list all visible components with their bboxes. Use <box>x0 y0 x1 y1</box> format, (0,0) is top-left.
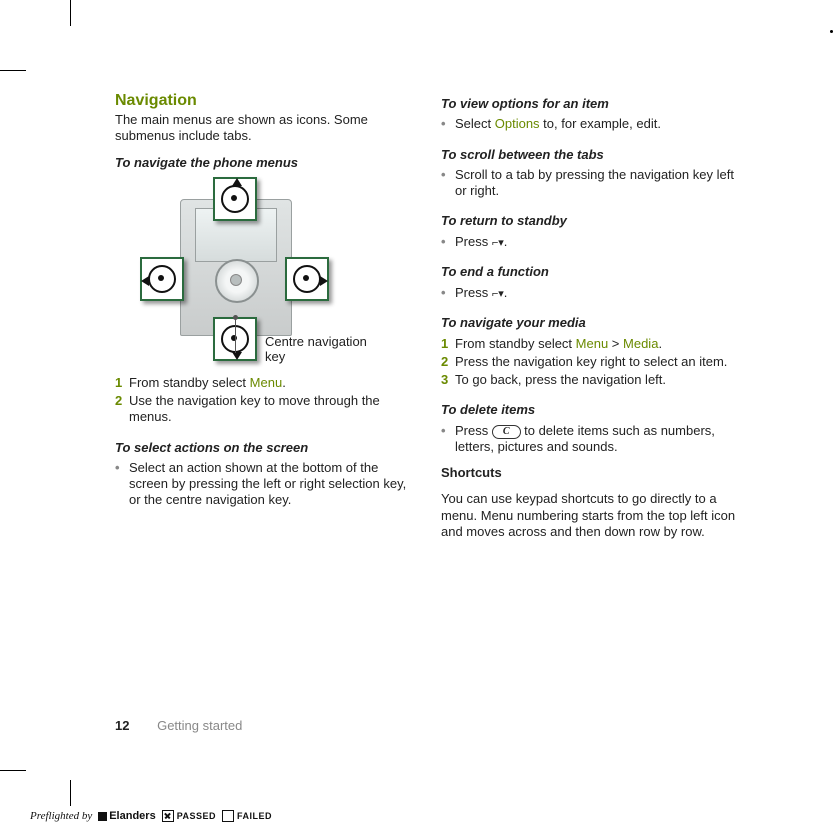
shortcuts-text: You can use keypad shortcuts to go direc… <box>441 491 739 540</box>
bullet-text: Select Options to, for example, edit. <box>455 116 661 132</box>
c-key-icon: C <box>492 425 521 439</box>
subhead-navigate-menus: To navigate the phone menus <box>115 155 413 171</box>
heading-navigation: Navigation <box>115 92 413 110</box>
bullet-scroll-tabs: • Scroll to a tab by pressing the naviga… <box>441 167 739 200</box>
dpad-illustration <box>215 259 259 303</box>
subhead-shortcuts: Shortcuts <box>441 465 739 481</box>
bullet-text: Press ⌐▾. <box>455 234 507 251</box>
nav-up-icon <box>213 177 257 221</box>
passed-checkbox: PASSED <box>162 810 216 822</box>
bullet-marker: • <box>441 423 455 456</box>
diagram-leader-line <box>235 317 236 353</box>
bullet-return-standby: • Press ⌐▾. <box>441 234 739 251</box>
step-2: 2 Use the navigation key to move through… <box>115 393 413 426</box>
right-column: To view options for an item • Select Opt… <box>441 92 739 550</box>
bullet-marker: • <box>441 234 455 251</box>
preflight-stamp: Preflighted by Elanders PASSED FAILED <box>30 810 272 822</box>
step-text: From standby select Menu > Media. <box>455 336 662 352</box>
bullet-marker: • <box>115 460 129 509</box>
step-text: From standby select Menu. <box>129 375 286 391</box>
checkbox-empty-icon <box>222 810 234 822</box>
end-call-icon: ⌐▾ <box>492 288 504 300</box>
bullet-end-function: • Press ⌐▾. <box>441 285 739 302</box>
subhead-delete-items: To delete items <box>441 402 739 418</box>
bullet-text: Press ⌐▾. <box>455 285 507 302</box>
subhead-view-options: To view options for an item <box>441 96 739 112</box>
step-text: Press the navigation key right to select… <box>455 354 727 370</box>
menu-link: Menu <box>576 336 609 351</box>
nav-right-icon <box>285 257 329 301</box>
checkbox-checked-icon <box>162 810 174 822</box>
bullet-marker: • <box>441 116 455 132</box>
left-column: Navigation The main menus are shown as i… <box>115 92 413 550</box>
diagram-label: Centre navigation key <box>265 335 385 365</box>
step-number: 2 <box>441 354 455 370</box>
step-number: 1 <box>115 375 129 391</box>
page-number: 12 <box>115 718 129 733</box>
media-step-2: 2 Press the navigation key right to sele… <box>441 354 739 370</box>
bullet-text: Press C to delete items such as numbers,… <box>455 423 739 456</box>
bullet-text: Scroll to a tab by pressing the navigati… <box>455 167 739 200</box>
nav-left-icon <box>140 257 184 301</box>
subhead-scroll-tabs: To scroll between the tabs <box>441 147 739 163</box>
step-text: Use the navigation key to move through t… <box>129 393 413 426</box>
step-text: To go back, press the navigation left. <box>455 372 666 388</box>
bullet-delete-items: • Press C to delete items such as number… <box>441 423 739 456</box>
bullet-marker: • <box>441 167 455 200</box>
step-1: 1 From standby select Menu. <box>115 375 413 391</box>
bullet-view-options: • Select Options to, for example, edit. <box>441 116 739 132</box>
media-step-1: 1 From standby select Menu > Media. <box>441 336 739 352</box>
bullet-marker: • <box>441 285 455 302</box>
media-step-3: 3 To go back, press the navigation left. <box>441 372 739 388</box>
step-number: 2 <box>115 393 129 426</box>
page-footer: 12 Getting started <box>115 718 242 733</box>
menu-link: Menu <box>250 375 283 390</box>
failed-checkbox: FAILED <box>222 810 272 822</box>
bullet-select-action: • Select an action shown at the bottom o… <box>115 460 413 509</box>
subhead-select-actions: To select actions on the screen <box>115 440 413 456</box>
navigation-diagram: Centre navigation key <box>125 177 355 367</box>
section-name: Getting started <box>157 718 242 733</box>
subhead-navigate-media: To navigate your media <box>441 315 739 331</box>
subhead-return-standby: To return to standby <box>441 213 739 229</box>
end-call-icon: ⌐▾ <box>492 237 504 249</box>
media-link: Media <box>623 336 658 351</box>
step-number: 3 <box>441 372 455 388</box>
step-number: 1 <box>441 336 455 352</box>
intro-text: The main menus are shown as icons. Some … <box>115 112 413 145</box>
options-link: Options <box>495 116 540 131</box>
bullet-text: Select an action shown at the bottom of … <box>129 460 413 509</box>
subhead-end-function: To end a function <box>441 264 739 280</box>
preflight-label: Preflighted by <box>30 810 92 822</box>
elanders-logo-icon: Elanders <box>98 810 155 822</box>
page-body: Navigation The main menus are shown as i… <box>0 0 839 550</box>
